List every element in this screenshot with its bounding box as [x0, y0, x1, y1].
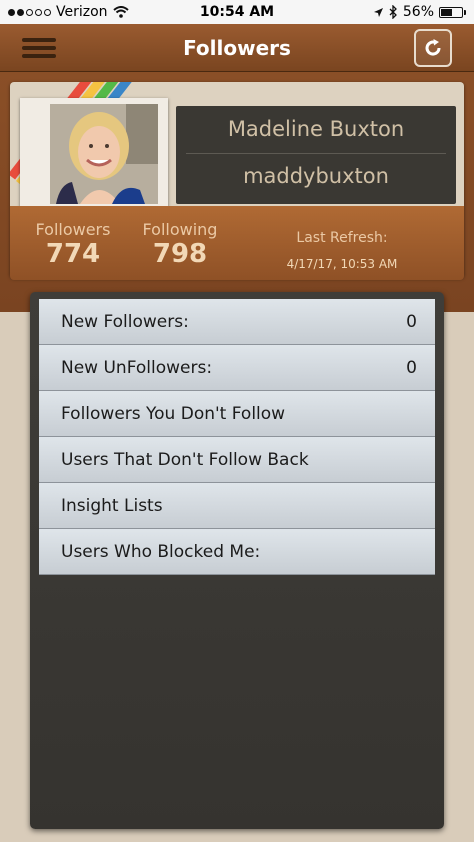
following-count: 798	[152, 239, 208, 269]
carrier-name: Verizon	[56, 4, 108, 20]
menu-item-count: 0	[406, 357, 417, 378]
last-refresh-time: 4/17/17, 10:53 AM	[286, 257, 398, 271]
full-name: Madeline Buxton	[227, 117, 405, 141]
menu-item-label: New Followers:	[61, 311, 189, 332]
username: maddybuxton	[243, 164, 389, 188]
last-refresh-label: Last Refresh:	[296, 230, 388, 246]
battery-icon	[439, 6, 466, 18]
refresh-icon	[425, 39, 441, 56]
menu-item-label: Users Who Blocked Me:	[61, 541, 261, 562]
menu-item-label: New UnFollowers:	[61, 357, 213, 378]
menu-item-insight-lists[interactable]: Insight Lists	[39, 483, 435, 529]
signal-strength-icon	[8, 8, 51, 16]
page-title: Followers	[183, 35, 291, 60]
menu-panel: New Followers: 0 New UnFollowers: 0 Foll…	[30, 292, 444, 829]
menu-item-new-followers[interactable]: New Followers: 0	[39, 299, 435, 345]
name-divider	[186, 153, 446, 154]
status-bar: Verizon 10:54 AM 56%	[0, 0, 474, 24]
followers-count: 774	[45, 239, 101, 269]
refresh-button[interactable]	[414, 29, 452, 67]
menu-item-followers-you-dont-follow[interactable]: Followers You Don't Follow	[39, 391, 435, 437]
menu-item-users-who-blocked-me[interactable]: Users Who Blocked Me:	[39, 529, 435, 575]
followers-stat[interactable]: Followers 774	[34, 220, 112, 269]
menu-button[interactable]	[22, 36, 56, 60]
bluetooth-icon	[389, 5, 397, 19]
wifi-icon	[112, 6, 129, 18]
name-box: Madeline Buxton maddybuxton	[176, 106, 456, 204]
menu-list: New Followers: 0 New UnFollowers: 0 Foll…	[39, 299, 435, 575]
following-stat[interactable]: Following 798	[140, 220, 220, 269]
battery-percent: 56%	[402, 4, 434, 20]
menu-item-label: Insight Lists	[61, 495, 163, 516]
location-arrow-icon	[373, 7, 383, 17]
menu-icon	[22, 38, 56, 42]
nav-bar: Followers	[0, 24, 474, 72]
menu-item-label: Users That Don't Follow Back	[61, 449, 309, 470]
stats-row: Followers 774 Following 798 Last Refresh…	[10, 206, 464, 280]
menu-item-count: 0	[406, 311, 417, 332]
avatar-frame[interactable]	[20, 98, 168, 210]
menu-item-new-unfollowers[interactable]: New UnFollowers: 0	[39, 345, 435, 391]
menu-item-label: Followers You Don't Follow	[61, 403, 286, 424]
followers-label: Followers	[35, 220, 111, 239]
menu-item-users-dont-follow-back[interactable]: Users That Don't Follow Back	[39, 437, 435, 483]
following-label: Following	[142, 220, 218, 239]
profile-section: Madeline Buxton maddybuxton Followers 77…	[0, 72, 474, 312]
avatar	[50, 104, 158, 204]
